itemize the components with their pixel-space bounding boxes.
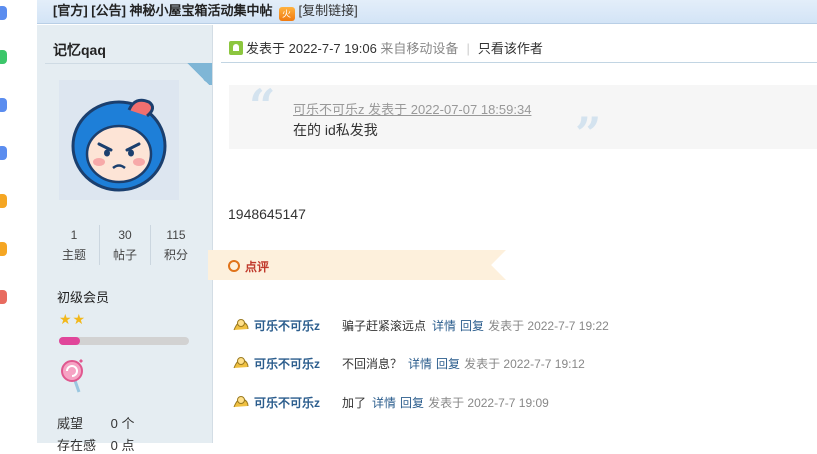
comment-author[interactable]: 可乐不可乐z bbox=[254, 357, 320, 371]
review-circle-icon bbox=[228, 260, 240, 272]
stat-topics[interactable]: 1 主题 bbox=[49, 225, 99, 265]
review-header: 点评 bbox=[208, 250, 506, 280]
hot-icon: 火 bbox=[278, 7, 295, 21]
only-author-link[interactable]: 只看该作者 bbox=[478, 41, 543, 56]
user-avatar-icon[interactable] bbox=[232, 317, 250, 333]
comment-text: 加了 bbox=[342, 396, 367, 410]
comment-detail-link[interactable]: 详情 bbox=[408, 357, 432, 371]
app-icon-red[interactable] bbox=[0, 290, 7, 304]
member-grade[interactable]: 初级会员 bbox=[57, 287, 109, 306]
stat-label: 积分 bbox=[163, 248, 188, 262]
app-icon-blue3[interactable] bbox=[0, 146, 7, 160]
presence-label: 存在感 bbox=[57, 438, 97, 453]
review-label: 点评 bbox=[245, 260, 270, 274]
prestige-value: 0 个 bbox=[110, 416, 135, 431]
comment-date: 发表于 2022-7-7 19:09 bbox=[428, 396, 549, 410]
comment-text: 骗子赶紧滚远点 bbox=[342, 319, 427, 333]
comment-reply-link[interactable]: 回复 bbox=[460, 319, 484, 333]
author-name[interactable]: 记忆qaq bbox=[53, 40, 106, 60]
author-stats: 1 主题 30 帖子 115 积分 bbox=[49, 225, 201, 265]
prestige-label: 威望 bbox=[57, 416, 84, 431]
android-badge-icon bbox=[184, 63, 212, 85]
author-profile: 记忆qaq 1 主题 30 帖子 115 积分 初级会员 ★★ 威望 0 个 存… bbox=[37, 25, 213, 453]
quote-text: 在的 id私发我 bbox=[293, 122, 378, 138]
lollipop-medal-icon[interactable] bbox=[59, 357, 89, 393]
stat-value: 1 bbox=[70, 228, 78, 242]
presence-row: 存在感 0 点 bbox=[57, 435, 134, 454]
comment-date: 发表于 2022-7-7 19:22 bbox=[488, 319, 609, 333]
comment-detail-link[interactable]: 详情 bbox=[372, 396, 396, 410]
comment-row: 可乐不可乐z 骗子赶紧滚远点 详情 回复 发表于 2022-7-7 19:22 bbox=[232, 317, 609, 334]
comment-date: 发表于 2022-7-7 19:12 bbox=[464, 357, 585, 371]
stat-value: 115 bbox=[166, 228, 186, 242]
grade-stars-icon: ★★ bbox=[59, 311, 87, 327]
quote-block: “ ” 可乐不可乐z 发表于 2022-07-07 18:59:34 在的 id… bbox=[229, 79, 817, 161]
stat-label: 主题 bbox=[61, 248, 86, 262]
divider bbox=[221, 62, 817, 63]
quote-close-icon: ” bbox=[575, 107, 602, 161]
stat-posts[interactable]: 30 帖子 bbox=[99, 225, 150, 265]
stat-label: 帖子 bbox=[112, 248, 137, 262]
prestige-row: 威望 0 个 bbox=[57, 413, 134, 432]
online-status-icon bbox=[229, 41, 243, 55]
user-avatar-icon[interactable] bbox=[232, 355, 250, 371]
comment-text: 不回消息？ bbox=[342, 357, 403, 371]
app-icon-orange2[interactable] bbox=[0, 242, 7, 256]
comment-author[interactable]: 可乐不可乐z bbox=[254, 319, 320, 333]
avatar-image bbox=[71, 98, 167, 192]
avatar[interactable] bbox=[59, 80, 179, 200]
presence-value: 0 点 bbox=[110, 438, 135, 453]
app-icon-blue2[interactable] bbox=[0, 98, 7, 112]
app-icon-orange[interactable] bbox=[0, 194, 7, 208]
quote-open-icon: “ bbox=[249, 79, 276, 133]
comment-detail-link[interactable]: 详情 bbox=[432, 319, 456, 333]
stat-value: 30 bbox=[118, 228, 132, 242]
post-date: 发表于 2022-7-7 19:06 bbox=[246, 41, 377, 56]
level-progress-bar bbox=[59, 337, 189, 345]
app-strip bbox=[0, 0, 16, 443]
thread-title[interactable]: [官方] [公告] 神秘小屋宝箱活动集中帖 bbox=[53, 3, 273, 18]
post-body: 1948645147 bbox=[228, 206, 306, 222]
copy-link-button[interactable]: [复制链接] bbox=[299, 3, 358, 18]
quote-header-link[interactable]: 可乐不可乐z 发表于 2022-07-07 18:59:34 bbox=[293, 99, 531, 118]
post-info: 发表于 2022-7-7 19:06 来自移动设备 | 只看该作者 bbox=[229, 38, 543, 57]
comment-row: 可乐不可乐z 不回消息？ 详情 回复 发表于 2022-7-7 19:12 bbox=[232, 355, 585, 372]
app-icon-green[interactable] bbox=[0, 50, 7, 64]
comment-reply-link[interactable]: 回复 bbox=[436, 357, 460, 371]
app-icon-blue[interactable] bbox=[0, 6, 7, 20]
divider: | bbox=[466, 41, 470, 56]
post-source: 来自移动设备 bbox=[380, 41, 459, 56]
user-avatar-icon[interactable] bbox=[232, 394, 250, 410]
stat-points[interactable]: 115 积分 bbox=[150, 225, 201, 265]
comment-reply-link[interactable]: 回复 bbox=[400, 396, 424, 410]
thread-header: [官方] [公告] 神秘小屋宝箱活动集中帖火 [复制链接] bbox=[37, 0, 817, 24]
comment-row: 可乐不可乐z 加了 详情 回复 发表于 2022-7-7 19:09 bbox=[232, 394, 549, 411]
comment-author[interactable]: 可乐不可乐z bbox=[254, 396, 320, 410]
level-progress-fill bbox=[59, 337, 80, 345]
